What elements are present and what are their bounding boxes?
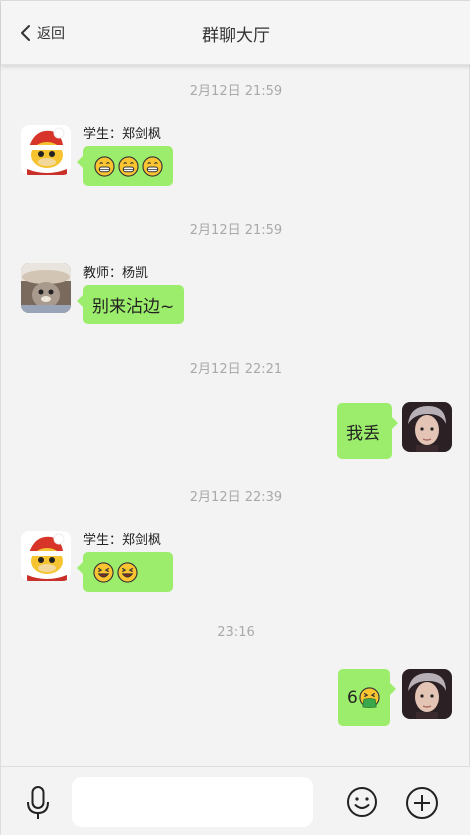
sender-name: 学生：郑剑枫 <box>83 127 162 142</box>
message-text: 我丢 <box>346 423 380 444</box>
avatar[interactable] <box>21 263 71 313</box>
grin-icon <box>94 155 115 177</box>
message-bubble[interactable] <box>77 552 173 592</box>
squint-laugh-icon <box>117 561 138 583</box>
avatar[interactable] <box>402 669 452 719</box>
squint-laugh-icon <box>93 561 114 583</box>
message-input[interactable] <box>72 777 313 827</box>
timestamp: 2月12日 21:59 <box>189 223 283 238</box>
message-text: 别来沾边~ <box>92 297 175 317</box>
composer-bar <box>1 766 470 835</box>
vomit-icon <box>359 687 380 708</box>
message-bubble[interactable] <box>77 146 173 186</box>
silver-hair-avatar <box>402 402 452 452</box>
cat-hat-avatar <box>21 263 71 313</box>
duck-santa-avatar <box>21 531 71 581</box>
avatar[interactable] <box>21 125 71 175</box>
grin-icon <box>142 155 163 177</box>
message-bubble[interactable]: 别来沾边~ <box>77 285 184 324</box>
timestamp: 2月12日 22:21 <box>189 362 283 377</box>
silver-hair-avatar <box>402 669 452 719</box>
duck-santa-avatar <box>21 125 71 175</box>
avatar[interactable] <box>402 402 452 452</box>
avatar[interactable] <box>21 531 71 581</box>
page-title: 群聊大厅 <box>202 26 270 46</box>
message-bubble[interactable]: 我丢 <box>337 403 398 459</box>
sender-name: 教师：杨凯 <box>83 266 149 281</box>
sender-name: 学生：郑剑枫 <box>83 533 162 548</box>
microphone-icon[interactable] <box>25 785 51 821</box>
message-text: 6 <box>347 687 358 708</box>
grin-icon <box>118 155 139 177</box>
message-bubble[interactable]: 6 <box>338 669 396 726</box>
timestamp: 23:16 <box>217 625 255 640</box>
chat-screen: 返回 群聊大厅 2月12日 21:59 学生：郑剑枫 2月12日 21:59 教… <box>0 0 470 835</box>
emoji-icon[interactable] <box>346 786 378 818</box>
nav-bar: 返回 群聊大厅 <box>1 1 470 65</box>
timestamp: 2月12日 22:39 <box>189 490 283 505</box>
plus-icon[interactable] <box>405 786 439 820</box>
timestamp: 2月12日 21:59 <box>189 84 283 99</box>
